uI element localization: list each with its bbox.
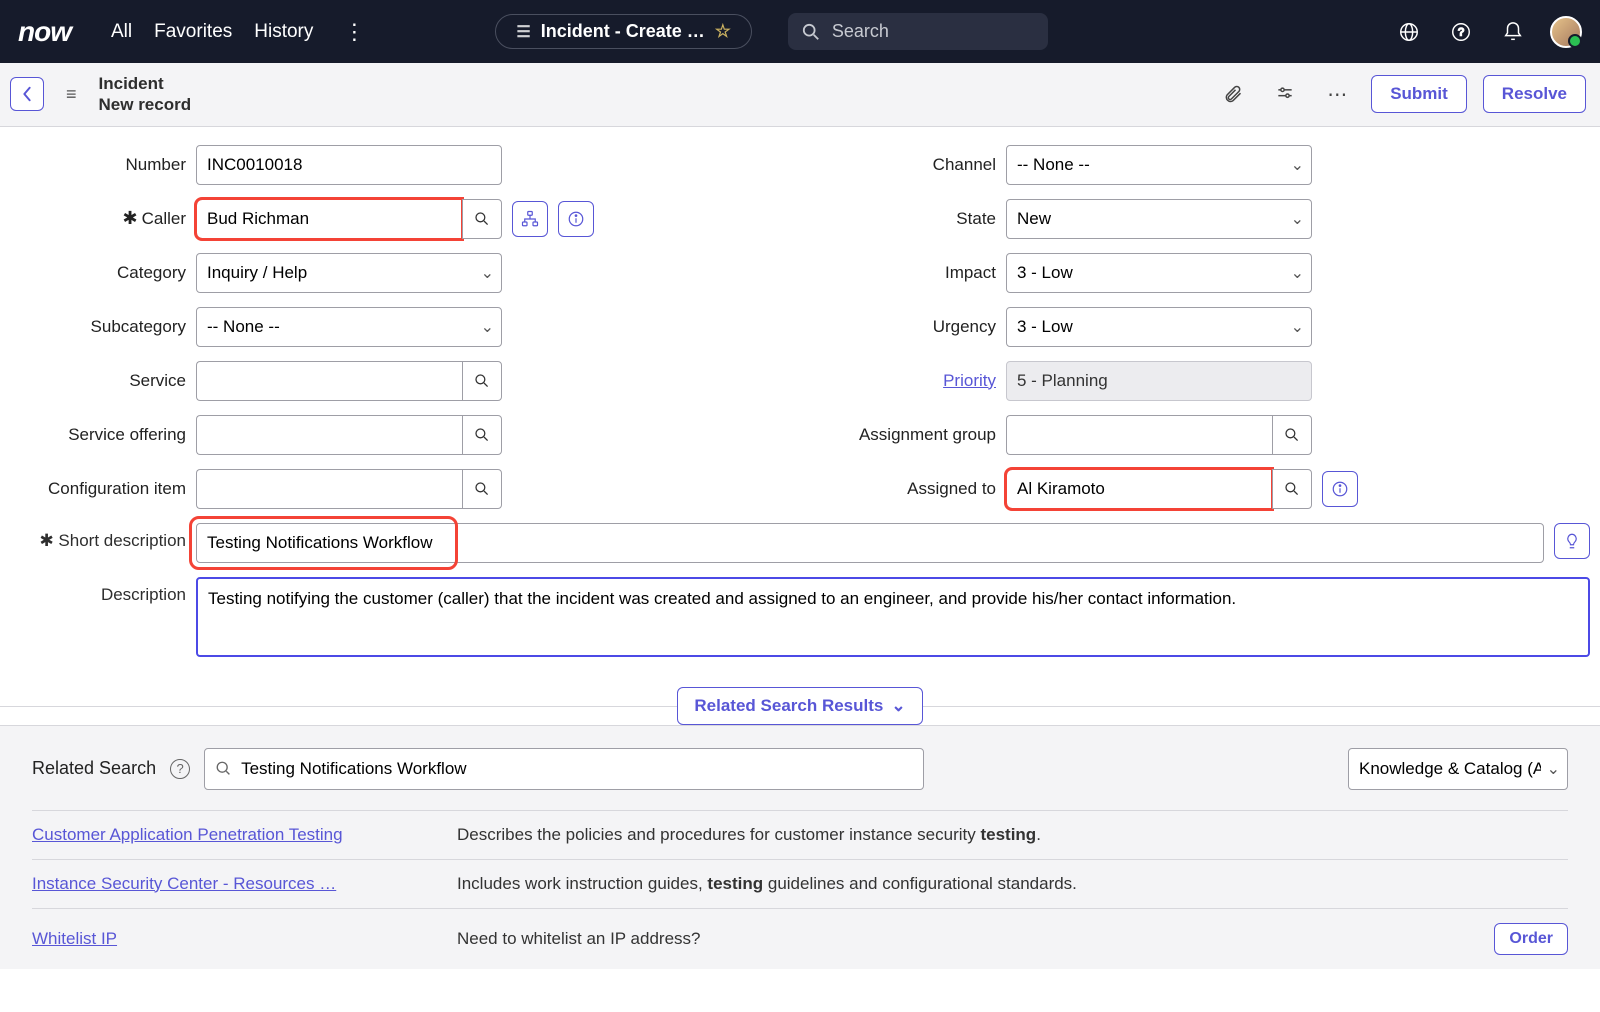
search-icon bbox=[802, 23, 820, 41]
result-desc: Includes work instruction guides, testin… bbox=[457, 874, 1568, 894]
result-desc: Need to whitelist an IP address? bbox=[457, 929, 1464, 949]
tab-title: Incident - Create … bbox=[541, 21, 705, 42]
field-channel: Channel ⌄ bbox=[820, 145, 1590, 185]
global-search[interactable]: Search bbox=[788, 13, 1048, 50]
bell-icon[interactable] bbox=[1498, 17, 1528, 47]
field-urgency: Urgency ⌄ bbox=[820, 307, 1590, 347]
config-item-lookup-icon[interactable] bbox=[462, 469, 502, 509]
service-offering-input[interactable] bbox=[196, 415, 462, 455]
field-description: Description Testing notifying the custom… bbox=[10, 577, 1590, 657]
record-title: Incident New record bbox=[99, 73, 192, 116]
globe-icon[interactable] bbox=[1394, 17, 1424, 47]
avatar[interactable] bbox=[1550, 16, 1582, 48]
assigned-to-info-icon[interactable] bbox=[1322, 471, 1358, 507]
field-assigned-to: Assigned to bbox=[820, 469, 1590, 509]
field-short-description: ✱ Short description bbox=[10, 523, 1590, 563]
related-search-area: Related Search ? ⌄ Customer Application … bbox=[0, 725, 1600, 969]
channel-select[interactable] bbox=[1006, 145, 1312, 185]
result-row: Customer Application Penetration Testing… bbox=[32, 810, 1568, 859]
result-link[interactable]: Instance Security Center - Resources … bbox=[32, 874, 427, 894]
caller-input[interactable] bbox=[196, 199, 462, 239]
filter-settings-icon[interactable] bbox=[1267, 80, 1303, 108]
field-priority: Priority 5 - Planning bbox=[820, 361, 1590, 401]
field-category: Category ⌄ bbox=[10, 253, 780, 293]
help-icon[interactable]: ? bbox=[1446, 17, 1476, 47]
caller-tree-icon[interactable] bbox=[512, 201, 548, 237]
field-service: Service bbox=[10, 361, 780, 401]
related-search-label: Related Search bbox=[32, 758, 156, 779]
field-assignment-group: Assignment group bbox=[820, 415, 1590, 455]
field-subcategory: Subcategory ⌄ bbox=[10, 307, 780, 347]
field-number: Number bbox=[10, 145, 780, 185]
record-header: ≡ Incident New record ⋯ Submit Resolve bbox=[0, 63, 1600, 127]
chevron-down-icon: ⌄ bbox=[891, 696, 905, 716]
form-right-column: Channel ⌄ State ⌄ Impact ⌄ bbox=[820, 145, 1590, 509]
form-left-column: Number ✱Caller Category bbox=[10, 145, 780, 509]
logo: now bbox=[18, 16, 71, 48]
category-select[interactable] bbox=[196, 253, 502, 293]
subcategory-select[interactable] bbox=[196, 307, 502, 347]
field-caller: ✱Caller bbox=[10, 199, 780, 239]
form-menu-icon[interactable]: ≡ bbox=[60, 84, 83, 105]
top-nav: now All Favorites History ⋮ ☰ Incident -… bbox=[0, 0, 1600, 63]
caller-info-icon[interactable] bbox=[558, 201, 594, 237]
short-description-input[interactable] bbox=[196, 523, 1544, 563]
assignment-group-lookup-icon[interactable] bbox=[1272, 415, 1312, 455]
nav-history[interactable]: History bbox=[254, 21, 313, 43]
assigned-to-lookup-icon[interactable] bbox=[1272, 469, 1312, 509]
assigned-to-input[interactable] bbox=[1006, 469, 1272, 509]
nav-all[interactable]: All bbox=[111, 21, 132, 43]
field-service-offering: Service offering bbox=[10, 415, 780, 455]
active-tab-pill[interactable]: ☰ Incident - Create … ☆ bbox=[495, 14, 752, 49]
related-help-icon[interactable]: ? bbox=[170, 759, 190, 779]
search-placeholder: Search bbox=[832, 21, 889, 42]
related-toggle-bar: Related Search Results ⌄ bbox=[0, 687, 1600, 725]
priority-readonly: 5 - Planning bbox=[1006, 361, 1312, 401]
caller-lookup-icon[interactable] bbox=[462, 199, 502, 239]
field-impact: Impact ⌄ bbox=[820, 253, 1590, 293]
description-textarea[interactable]: Testing notifying the customer (caller) … bbox=[196, 577, 1590, 657]
config-item-input[interactable] bbox=[196, 469, 462, 509]
related-filter-select[interactable] bbox=[1348, 748, 1568, 790]
result-row: Instance Security Center - Resources … I… bbox=[32, 859, 1568, 908]
field-configuration-item: Configuration item bbox=[10, 469, 780, 509]
related-search-toggle[interactable]: Related Search Results ⌄ bbox=[677, 687, 922, 725]
related-search-input[interactable] bbox=[204, 748, 924, 790]
urgency-select[interactable] bbox=[1006, 307, 1312, 347]
order-button[interactable]: Order bbox=[1494, 923, 1568, 955]
service-input[interactable] bbox=[196, 361, 462, 401]
resolve-button[interactable]: Resolve bbox=[1483, 75, 1586, 113]
back-button[interactable] bbox=[10, 77, 44, 111]
submit-button[interactable]: Submit bbox=[1371, 75, 1467, 113]
result-row: Whitelist IP Need to whitelist an IP add… bbox=[32, 908, 1568, 969]
svg-text:?: ? bbox=[1458, 26, 1464, 38]
state-select[interactable] bbox=[1006, 199, 1312, 239]
attachment-icon[interactable] bbox=[1215, 79, 1251, 109]
short-description-suggestion-icon[interactable] bbox=[1554, 523, 1590, 559]
list-icon: ☰ bbox=[516, 22, 530, 42]
more-actions-icon[interactable]: ⋯ bbox=[1319, 78, 1355, 111]
impact-select[interactable] bbox=[1006, 253, 1312, 293]
service-offering-lookup-icon[interactable] bbox=[462, 415, 502, 455]
star-icon[interactable]: ☆ bbox=[715, 21, 731, 42]
result-desc: Describes the policies and procedures fo… bbox=[457, 825, 1568, 845]
result-link[interactable]: Customer Application Penetration Testing bbox=[32, 825, 427, 845]
field-state: State ⌄ bbox=[820, 199, 1590, 239]
nav-favorites[interactable]: Favorites bbox=[154, 21, 232, 43]
number-input[interactable] bbox=[196, 145, 502, 185]
result-link[interactable]: Whitelist IP bbox=[32, 929, 427, 949]
assignment-group-input[interactable] bbox=[1006, 415, 1272, 455]
service-lookup-icon[interactable] bbox=[462, 361, 502, 401]
priority-label-link[interactable]: Priority bbox=[943, 371, 996, 390]
form-area: Number ✱Caller Category bbox=[0, 127, 1600, 667]
nav-more-icon[interactable]: ⋮ bbox=[335, 19, 373, 45]
